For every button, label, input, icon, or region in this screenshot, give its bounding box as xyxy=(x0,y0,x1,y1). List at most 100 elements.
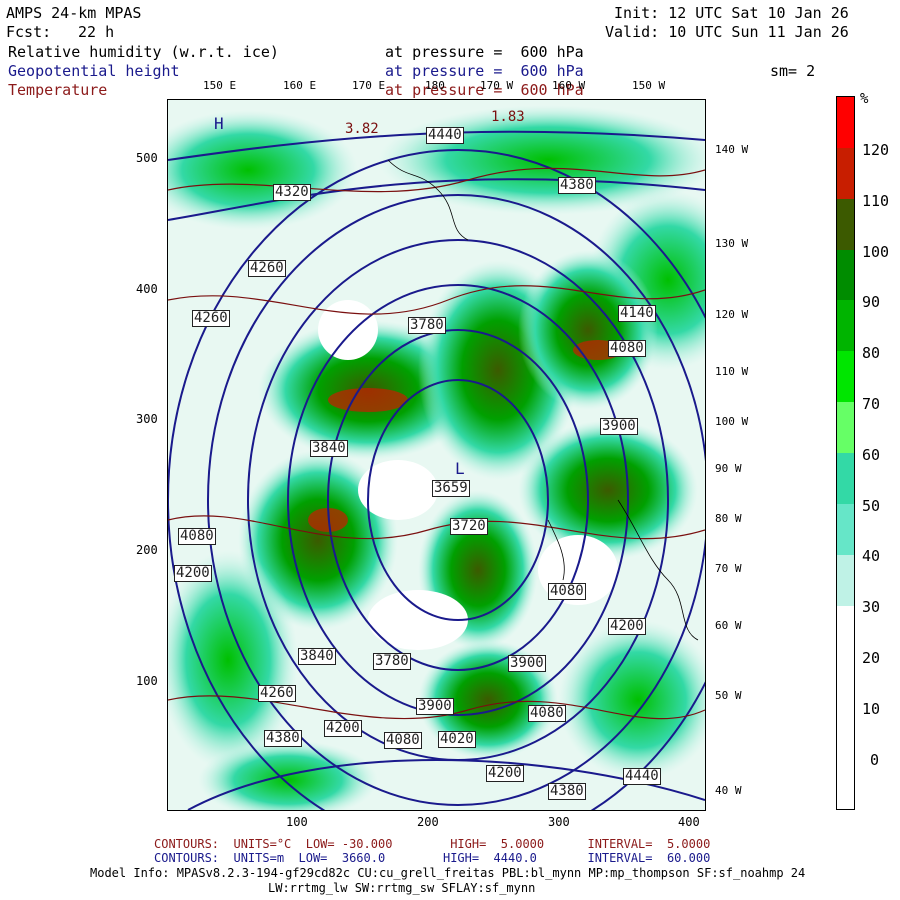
colorbar-label: 70 xyxy=(862,395,881,413)
height-contour-label: 4380 xyxy=(558,177,596,195)
height-contour-label: 3659 xyxy=(432,480,470,498)
colorbar-label: 30 xyxy=(862,598,881,616)
y-tick-label: 300 xyxy=(136,412,158,426)
colorbar-label: 80 xyxy=(862,344,881,362)
lon-label-top: 150 W xyxy=(632,79,666,92)
colorbar-label: 50 xyxy=(862,497,881,515)
low-pressure-marker: L xyxy=(455,459,465,478)
colorbar-unit: % xyxy=(860,91,869,107)
height-contour-info: CONTOURS: UNITS=m LOW= 3660.0 HIGH= 4440… xyxy=(154,851,711,865)
high-pressure-marker: H xyxy=(214,114,224,133)
height-contour-label: 4140 xyxy=(618,305,656,323)
lon-label-top: 160 W xyxy=(552,79,586,92)
height-contour-label: 4320 xyxy=(273,184,311,202)
lon-label-right: 130 W xyxy=(715,237,749,250)
height-contour-label: 3840 xyxy=(310,440,348,458)
lon-label-right: 60 W xyxy=(715,619,742,632)
field-name-height: Geopotential height xyxy=(8,62,180,80)
temperature-contour-label: 3.82 xyxy=(345,121,379,137)
lon-label-top: 170 W xyxy=(480,79,514,92)
height-contour-label: 3900 xyxy=(416,698,454,716)
lon-label-top: 170 E xyxy=(352,79,386,92)
height-contour-label: 4380 xyxy=(548,783,586,801)
height-contour-label: 3780 xyxy=(373,653,411,671)
x-tick-label: 200 xyxy=(417,815,439,829)
lon-label-top: 150 E xyxy=(203,79,237,92)
colorbar-segment xyxy=(837,300,854,352)
lon-label-right: 100 W xyxy=(715,415,749,428)
colorbar-segment xyxy=(837,758,854,810)
colorbar-label: 40 xyxy=(862,547,881,565)
height-contour-label: 4440 xyxy=(623,768,661,786)
height-contour-label: 4380 xyxy=(264,730,302,748)
colorbar-segment xyxy=(837,503,854,556)
height-contour-label: 4440 xyxy=(426,127,464,145)
y-tick-label: 500 xyxy=(136,151,158,165)
valid-time: Valid: 10 UTC Sun 11 Jan 26 xyxy=(605,23,849,41)
height-contour-label: 4080 xyxy=(608,340,646,358)
height-contour-label: 4020 xyxy=(438,731,476,749)
lon-label-top: 180 xyxy=(425,79,445,92)
colorbar-segment xyxy=(837,198,854,251)
lon-label-right: 120 W xyxy=(715,308,749,321)
lon-label-right: 140 W xyxy=(715,143,749,156)
rh-colorbar xyxy=(836,96,855,810)
height-contour-label: 4200 xyxy=(174,565,212,583)
colorbar-segment xyxy=(837,707,854,759)
height-contour-label: 4200 xyxy=(486,765,524,783)
model-info-line2: LW:rrtmg_lw SW:rrtmg_sw SFLAY:sf_mynn xyxy=(268,881,536,895)
fcst-label: Fcst: xyxy=(6,23,52,41)
colorbar-label: 10 xyxy=(862,700,881,718)
map-plot-area: 4440 4380 4320 4260 4260 4140 4080 3900 … xyxy=(167,99,706,811)
x-tick-label: 400 xyxy=(678,815,700,829)
height-contour-label: 4080 xyxy=(384,732,422,750)
height-contour-label: 3900 xyxy=(508,655,546,673)
height-contour-label: 4080 xyxy=(178,528,216,546)
colorbar-label: 20 xyxy=(862,649,881,667)
height-contour-label: 3780 xyxy=(408,317,446,335)
fcst-value: 22 h xyxy=(78,23,115,41)
temperature-contour-label: 1.83 xyxy=(491,109,525,125)
lon-label-right: 110 W xyxy=(715,365,749,378)
height-contour-label: 4200 xyxy=(324,720,362,738)
y-tick-label: 100 xyxy=(136,674,158,688)
height-contour-label: 4080 xyxy=(548,583,586,601)
colorbar-segment xyxy=(837,249,854,301)
height-contour-label: 3720 xyxy=(450,518,488,536)
height-contour-label: 4080 xyxy=(528,705,566,723)
lon-label-right: 80 W xyxy=(715,512,742,525)
colorbar-segment xyxy=(837,402,854,454)
x-tick-label: 300 xyxy=(548,815,570,829)
init-time: Init: 12 UTC Sat 10 Jan 26 xyxy=(614,4,849,22)
colorbar-segment xyxy=(837,554,854,607)
height-contour-label: 4260 xyxy=(248,260,286,278)
colorbar-label: 110 xyxy=(862,192,890,210)
lon-label-top: 160 E xyxy=(283,79,317,92)
colorbar-segment xyxy=(837,453,854,505)
field-level-rh: at pressure = 600 hPa xyxy=(385,43,584,61)
temperature-contour-info: CONTOURS: UNITS=°C LOW= -30.000 HIGH= 5.… xyxy=(154,837,711,851)
height-contour-label: 3840 xyxy=(298,648,336,666)
y-tick-label: 200 xyxy=(136,543,158,557)
colorbar-label: 120 xyxy=(862,141,890,159)
model-title: AMPS 24-km MPAS xyxy=(6,4,142,22)
colorbar-label: 0 xyxy=(870,751,880,769)
colorbar-segment xyxy=(837,97,854,149)
lon-label-right: 90 W xyxy=(715,462,742,475)
height-contour-label: 4260 xyxy=(192,310,230,328)
field-level-height: at pressure = 600 hPa xyxy=(385,62,584,80)
model-info: Model Info: MPASv8.2.3-194-gf29cd82c CU:… xyxy=(90,866,806,880)
lon-label-right: 70 W xyxy=(715,562,742,575)
field-name-temperature: Temperature xyxy=(8,81,108,99)
height-contour-label: 3900 xyxy=(600,418,638,436)
colorbar-segment xyxy=(837,605,854,657)
x-tick-label: 100 xyxy=(286,815,308,829)
colorbar-segment xyxy=(837,351,854,403)
height-contour-label: 4200 xyxy=(608,618,646,636)
y-tick-label: 400 xyxy=(136,282,158,296)
smoothing-label: sm= 2 xyxy=(770,62,816,80)
height-contour-label: 4260 xyxy=(258,685,296,703)
lon-label-right: 50 W xyxy=(715,689,742,702)
colorbar-segment xyxy=(837,147,854,200)
colorbar-segment xyxy=(837,656,854,708)
